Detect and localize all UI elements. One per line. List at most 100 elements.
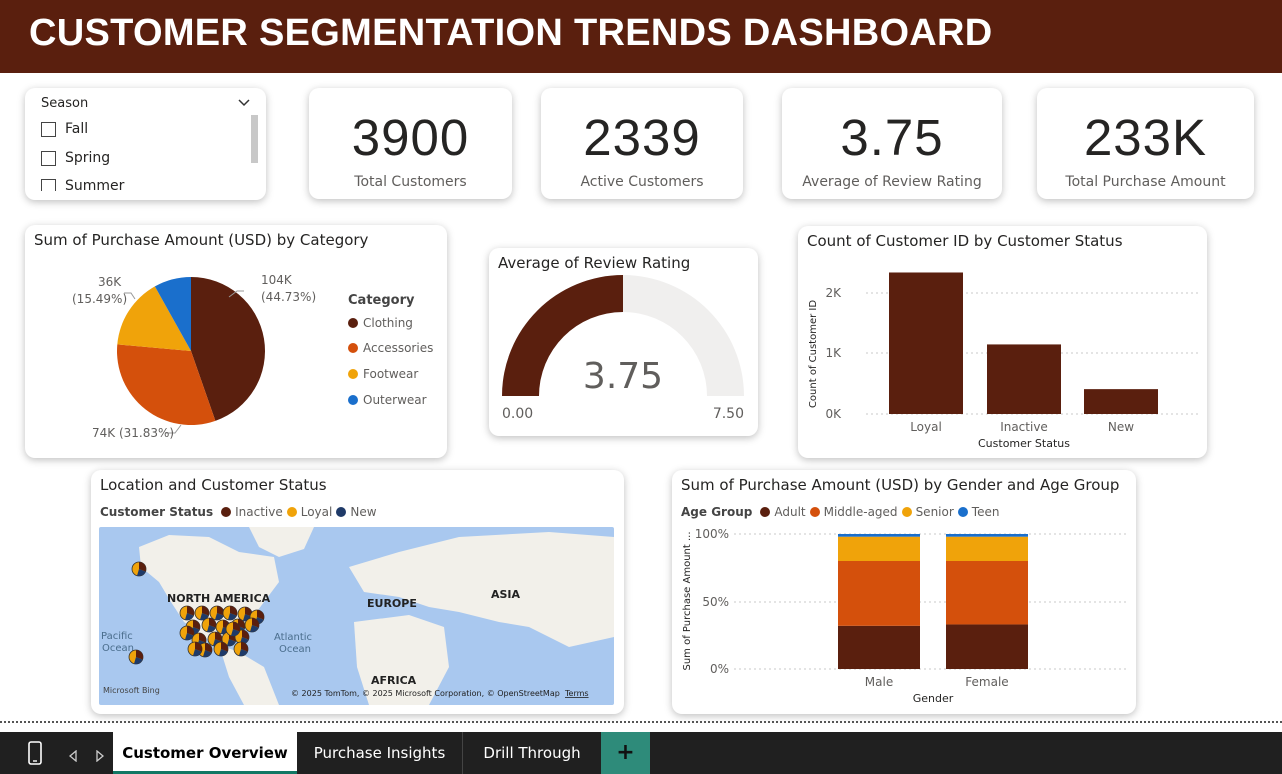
x-tick-label: Female bbox=[965, 675, 1008, 689]
map-canvas[interactable]: NORTH AMERICA EUROPE ASIA AFRICA Pacific… bbox=[99, 527, 614, 705]
stack-segment-male-teen[interactable] bbox=[838, 534, 920, 537]
chart-title: Location and Customer Status bbox=[100, 476, 327, 494]
data-label: 104K bbox=[261, 273, 293, 287]
stack-segment-female-middle-aged[interactable] bbox=[946, 561, 1028, 625]
prev-page-icon[interactable] bbox=[68, 747, 77, 766]
legend-dot bbox=[348, 343, 358, 353]
stack-segment-female-adult[interactable] bbox=[946, 624, 1028, 669]
slicer-scrollbar[interactable] bbox=[251, 115, 258, 163]
map-label-atlantic-ocean: Ocean bbox=[279, 644, 311, 655]
legend-item[interactable]: Loyal bbox=[301, 505, 333, 519]
x-tick-label: Loyal bbox=[910, 420, 942, 434]
mobile-layout-icon[interactable] bbox=[28, 741, 42, 769]
map-marker[interactable] bbox=[233, 641, 249, 657]
tab-purchase-insights[interactable]: Purchase Insights bbox=[297, 732, 463, 774]
y-tick-label: 0% bbox=[710, 662, 729, 676]
map-terms-link[interactable]: Terms bbox=[564, 689, 589, 698]
gauge-min: 0.00 bbox=[502, 406, 533, 422]
map-marker[interactable] bbox=[244, 617, 260, 633]
slicer-option-spring[interactable]: Spring bbox=[41, 150, 110, 166]
stack-segment-male-senior[interactable] bbox=[838, 536, 920, 561]
map-label-north-america: NORTH AMERICA bbox=[167, 592, 271, 605]
map-marker[interactable] bbox=[213, 641, 229, 657]
stack-segment-female-teen[interactable] bbox=[946, 534, 1028, 537]
stacked-chart[interactable]: 100% 50% 0% Sum of Purchase Amount ... M… bbox=[672, 470, 1136, 714]
legend-dot bbox=[348, 318, 358, 328]
stack-segment-male-adult[interactable] bbox=[838, 625, 920, 669]
map-label-pacific-ocean: Ocean bbox=[102, 643, 134, 654]
slicer-option-fall[interactable]: Fall bbox=[41, 121, 88, 137]
x-axis-title: Gender bbox=[913, 692, 954, 705]
y-tick-label: 1K bbox=[825, 346, 842, 360]
x-tick-label: Male bbox=[865, 675, 893, 689]
kpi-average-rating: 3.75 Average of Review Rating bbox=[782, 88, 1002, 199]
checkbox[interactable] bbox=[41, 121, 56, 137]
kpi-value: 3.75 bbox=[840, 109, 944, 166]
season-slicer[interactable]: Season Fall Spring Summer bbox=[25, 88, 266, 200]
kpi-value: 2339 bbox=[583, 109, 701, 166]
map-marker[interactable] bbox=[187, 641, 203, 657]
map-label-asia: ASIA bbox=[491, 588, 521, 601]
map-marker[interactable] bbox=[194, 605, 210, 621]
legend-item[interactable]: Footwear bbox=[348, 367, 418, 381]
legend-title: Category bbox=[348, 293, 415, 308]
map-label-africa: AFRICA bbox=[371, 674, 417, 687]
legend-dot bbox=[221, 507, 232, 517]
map-marker[interactable] bbox=[209, 605, 225, 621]
checkbox[interactable] bbox=[41, 178, 56, 191]
map-marker[interactable] bbox=[179, 625, 195, 641]
legend-dot bbox=[286, 507, 297, 517]
gauge-card[interactable]: Average of Review Rating 3.75 0.00 7.50 bbox=[489, 248, 758, 436]
legend-item[interactable]: New bbox=[350, 505, 376, 519]
kpi-label: Average of Review Rating bbox=[802, 174, 982, 190]
legend-item[interactable]: Inactive bbox=[235, 505, 283, 519]
kpi-total-purchase: 233K Total Purchase Amount bbox=[1037, 88, 1254, 199]
map-marker[interactable] bbox=[179, 605, 195, 621]
bar-loyal[interactable] bbox=[889, 272, 963, 414]
bing-logo: Microsoft Bing bbox=[103, 686, 160, 695]
legend-item[interactable]: Outerwear bbox=[348, 393, 427, 407]
stacked-chart-card[interactable]: Sum of Purchase Amount (USD) by Gender a… bbox=[672, 470, 1136, 714]
map-marker[interactable] bbox=[131, 561, 147, 577]
y-tick-label: 2K bbox=[825, 286, 842, 300]
checkbox[interactable] bbox=[41, 150, 56, 166]
status-bar-chart[interactable]: 2K 1K 0K Count of Customer ID Loyal Inact… bbox=[798, 226, 1207, 458]
x-axis-title: Customer Status bbox=[978, 437, 1070, 450]
status-bar-chart-card[interactable]: Count of Customer ID by Customer Status … bbox=[798, 226, 1207, 458]
legend-item[interactable]: Clothing bbox=[348, 316, 413, 330]
pie-chart-card[interactable]: Sum of Purchase Amount (USD) by Category… bbox=[25, 225, 447, 458]
map-marker[interactable] bbox=[128, 649, 144, 665]
x-tick-label: New bbox=[1108, 420, 1134, 434]
stack-segment-male-middle-aged[interactable] bbox=[838, 561, 920, 626]
legend-item[interactable]: Accessories bbox=[348, 341, 433, 355]
add-page-button[interactable]: + bbox=[601, 732, 650, 774]
data-label: (44.73%) bbox=[261, 290, 316, 304]
bar-new[interactable] bbox=[1084, 389, 1158, 414]
kpi-label: Total Purchase Amount bbox=[1065, 174, 1226, 190]
kpi-label: Total Customers bbox=[354, 174, 467, 190]
kpi-active-customers: 2339 Active Customers bbox=[541, 88, 743, 199]
tab-drill-through[interactable]: Drill Through bbox=[463, 732, 601, 774]
slicer-option-summer[interactable]: Summer bbox=[41, 178, 124, 191]
bar-inactive[interactable] bbox=[987, 344, 1061, 414]
map-card[interactable]: Location and Customer Status Customer St… bbox=[91, 470, 624, 714]
next-page-icon[interactable] bbox=[96, 747, 105, 766]
map-marker[interactable] bbox=[222, 605, 238, 621]
gauge-value: 3.75 bbox=[583, 356, 663, 397]
map-marker[interactable] bbox=[225, 621, 241, 637]
kpi-value: 233K bbox=[1083, 109, 1208, 166]
chevron-down-icon[interactable] bbox=[238, 96, 250, 110]
dashboard-header: CUSTOMER SEGMENTATION TRENDS DASHBOARD bbox=[0, 0, 1282, 73]
map-label-atlantic: Atlantic bbox=[274, 632, 312, 643]
gauge-chart[interactable]: 3.75 0.00 7.50 bbox=[489, 248, 758, 436]
y-tick-label: 50% bbox=[702, 595, 729, 609]
map-marker[interactable] bbox=[201, 617, 217, 633]
tab-customer-overview[interactable]: Customer Overview bbox=[113, 732, 297, 774]
gauge-max: 7.50 bbox=[713, 406, 744, 422]
y-axis-title: Count of Customer ID bbox=[808, 300, 819, 408]
stack-segment-female-senior[interactable] bbox=[946, 536, 1028, 561]
legend-dot bbox=[348, 395, 358, 405]
page-tab-bar: Customer Overview Purchase Insights Dril… bbox=[0, 732, 1282, 774]
y-tick-label: 0K bbox=[825, 407, 842, 421]
page-boundary bbox=[0, 721, 1282, 723]
